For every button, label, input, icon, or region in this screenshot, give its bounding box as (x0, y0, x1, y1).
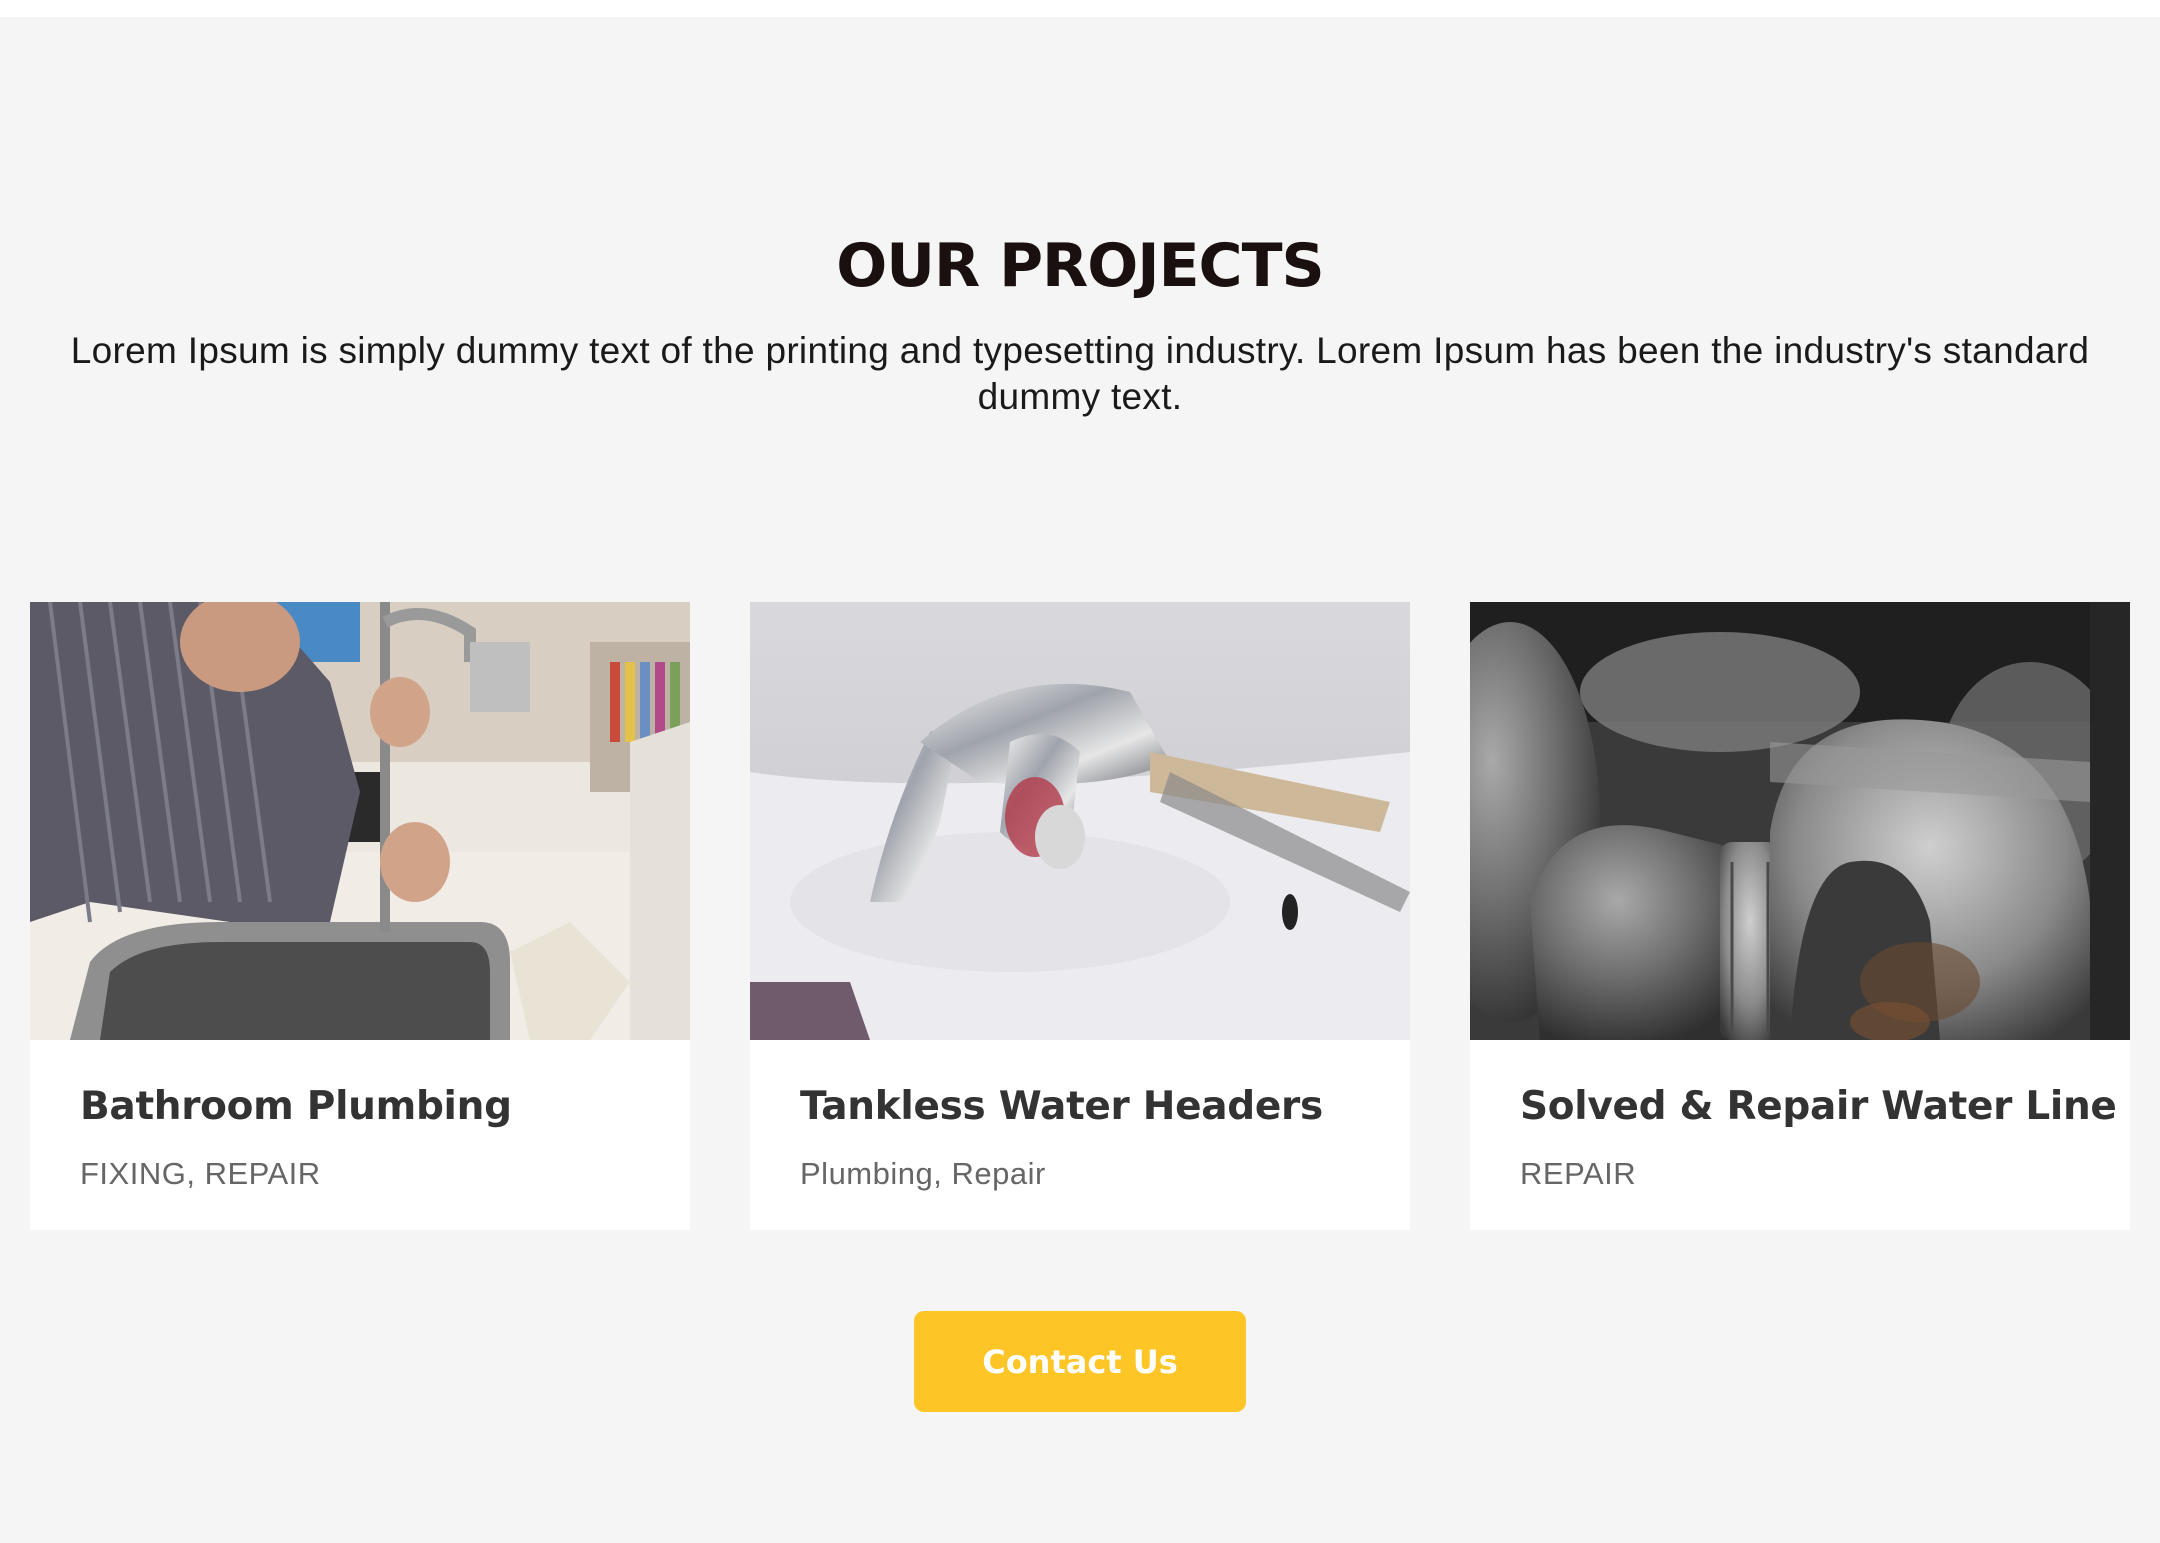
project-image-pipes[interactable] (1470, 602, 2130, 1040)
contact-us-button[interactable]: Contact Us (914, 1311, 1246, 1412)
project-tags: REPAIR (1520, 1156, 1637, 1191)
project-title[interactable]: Tankless Water Headers (800, 1082, 1323, 1132)
project-title[interactable]: Solved & Repair Water Line (1520, 1082, 2117, 1132)
project-tags: FIXING, REPAIR (80, 1156, 321, 1191)
section-description: Lorem Ipsum is simply dummy text of the … (70, 330, 2090, 417)
project-card-tankless-water-headers[interactable]: Tankless Water Headers Plumbing, Repair (750, 602, 1410, 1230)
project-image-faucet[interactable] (750, 602, 1410, 1040)
section-title: OUR PROJECTS (836, 231, 1324, 301)
project-title[interactable]: Bathroom Plumbing (80, 1082, 512, 1132)
project-tags: Plumbing, Repair (800, 1156, 1046, 1191)
project-card-water-line[interactable]: Solved & Repair Water Line REPAIR (1470, 602, 2130, 1230)
project-image-plumber[interactable] (30, 602, 690, 1040)
project-card-bathroom-plumbing[interactable]: Bathroom Plumbing FIXING, REPAIR (30, 602, 690, 1230)
